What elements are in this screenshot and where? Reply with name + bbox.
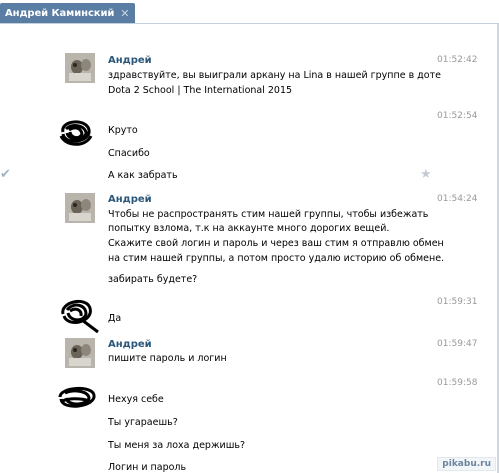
message-text: попытку взлома, т.к на аккаунте много до… <box>108 223 390 234</box>
message-text: Ты меня за лоха держишь? <box>108 440 246 451</box>
message-text: Скажите свой логин и пароль и через ваш … <box>108 238 444 249</box>
message-author[interactable]: Андрей <box>108 55 152 66</box>
avatar[interactable] <box>65 53 95 83</box>
message-time: 01:52:54 <box>437 111 478 121</box>
message-text: здравствуйте, вы выиграли аркану на Lina… <box>108 70 441 81</box>
message-time: 01:59:31 <box>437 297 478 307</box>
avatar[interactable] <box>65 193 95 223</box>
header-divider <box>0 23 499 24</box>
message-text: на стим нашей группы, а потом просто уда… <box>108 253 445 264</box>
message-text: Круто <box>108 125 138 136</box>
watermark: pikabu.ru <box>437 457 496 471</box>
message-time: 01:59:58 <box>437 378 478 388</box>
message-time: 01:52:42 <box>437 55 478 65</box>
message-text: Ты угараешь? <box>108 417 178 428</box>
message-text: забирать будете? <box>108 274 198 285</box>
close-icon[interactable]: ✕ <box>120 8 129 19</box>
avatar[interactable] <box>65 338 95 368</box>
message-text: пишите пароль и логин <box>108 353 227 364</box>
check-icon[interactable]: ✔ <box>0 167 11 182</box>
message-text: А как забрать <box>108 170 178 181</box>
avatar-scribble[interactable] <box>57 116 95 150</box>
message-text: Dota 2 School | The International 2015 <box>108 85 293 96</box>
message-text: Да <box>108 313 122 324</box>
message-time: 01:59:47 <box>437 339 478 349</box>
message-text: Спасибо <box>108 148 150 159</box>
message-text: Чтобы не распространять стим нашей групп… <box>108 209 429 220</box>
dialog-tab[interactable]: Андрей Каминский ✕ <box>0 3 135 23</box>
star-icon[interactable]: ★ <box>420 167 432 182</box>
message-text: Нехуя себе <box>108 394 164 405</box>
message-author[interactable]: Андрей <box>108 194 152 205</box>
message-text: Логин и пароль <box>108 462 187 473</box>
avatar-scribble[interactable] <box>56 383 98 413</box>
message-time: 01:54:24 <box>437 194 478 204</box>
tab-title: Андрей Каминский <box>5 7 115 19</box>
avatar-scribble[interactable] <box>58 296 104 336</box>
message-author[interactable]: Андрей <box>108 339 152 350</box>
